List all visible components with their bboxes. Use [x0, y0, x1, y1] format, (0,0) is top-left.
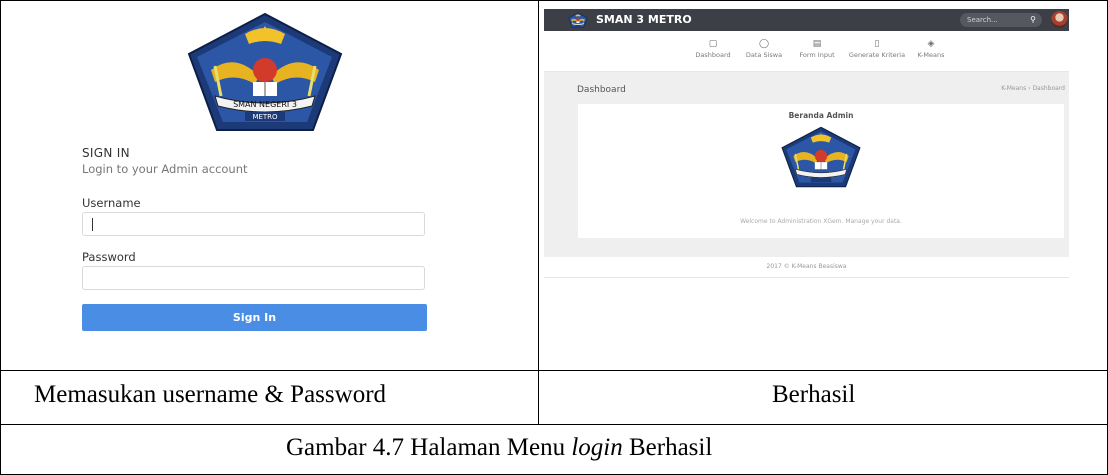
search-input[interactable]: Search... ⚲ — [960, 13, 1042, 27]
layers-icon: ◈ — [927, 39, 935, 49]
nav-label: Data Siswa — [745, 51, 783, 59]
search-icon[interactable]: ⚲ — [1030, 13, 1036, 27]
dashboard-screenshot: SMAN 3 METRO Search... ⚲ ▢ Dashboard ◯ D… — [544, 2, 1106, 368]
file-icon: ▯ — [874, 39, 880, 49]
password-label: Password — [82, 250, 136, 264]
text-caret — [92, 218, 93, 231]
nav-item-k-means[interactable]: ◈ K-Means — [901, 39, 961, 59]
nav-label: Dashboard — [695, 51, 731, 59]
welcome-card: Beranda Admin Welcome to Administration … — [578, 104, 1064, 238]
nav-label: Generate Kriteria — [848, 51, 906, 59]
document-icon: ▤ — [812, 39, 822, 49]
brand-logo — [568, 11, 588, 29]
logo-ribbon-text: SMAN NEGERI 3 — [233, 100, 297, 109]
signin-button[interactable]: Sign In — [82, 304, 427, 331]
nav-item-form-input[interactable]: ▤ Form Input — [787, 39, 847, 59]
table-divider-row2 — [0, 424, 1108, 425]
username-input[interactable] — [82, 212, 425, 236]
avatar[interactable] — [1051, 11, 1068, 28]
logo-motto-text: METRO — [252, 113, 278, 121]
footer: 2017 © K-Means Beasiswa — [544, 257, 1069, 278]
username-label: Username — [82, 196, 141, 210]
table-divider-vertical — [538, 0, 539, 424]
figure-table: SMAN NEGERI 3 METRO SIGN IN Login to you… — [0, 0, 1108, 475]
search-placeholder: Search... — [967, 16, 998, 24]
login-screenshot: SMAN NEGERI 3 METRO SIGN IN Login to you… — [2, 2, 536, 368]
menu-bar: ▢ Dashboard ◯ Data Siswa ▤ Form Input ▯ … — [544, 31, 1069, 72]
nav-item-data-siswa[interactable]: ◯ Data Siswa — [734, 39, 794, 59]
figure-caption: Gambar 4.7 Halaman Menu login Berhasil — [286, 434, 712, 462]
top-navbar: SMAN 3 METRO Search... ⚲ — [544, 9, 1069, 31]
password-input[interactable] — [82, 266, 425, 290]
app-name[interactable]: SMAN 3 METRO — [596, 13, 692, 26]
figure-caption-suffix: Berhasil — [622, 434, 713, 461]
user-icon: ◯ — [758, 39, 770, 49]
card-title: Beranda Admin — [788, 111, 854, 120]
school-logo — [780, 126, 862, 188]
table-border-left — [0, 0, 1, 475]
figure-caption-italic: login — [571, 434, 623, 461]
school-logo: SMAN NEGERI 3 METRO — [185, 12, 345, 132]
caption-left: Memasukan username & Password — [34, 381, 387, 408]
page-title: Dashboard — [577, 85, 626, 95]
caption-right: Berhasil — [772, 381, 856, 408]
nav-label: Form Input — [799, 51, 835, 59]
signin-subtitle: Login to your Admin account — [82, 162, 248, 176]
nav-item-generate-kriteria[interactable]: ▯ Generate Kriteria — [847, 39, 907, 59]
table-border-top — [0, 0, 1108, 1]
breadcrumb[interactable]: K-Means › Dashboard — [1001, 85, 1065, 92]
signin-title: SIGN IN — [82, 146, 130, 160]
welcome-text: Welcome to Administration XGem. Manage y… — [740, 218, 902, 225]
table-divider-row1 — [0, 370, 1108, 371]
dashboard-content: Dashboard K-Means › Dashboard Beranda Ad… — [544, 72, 1069, 257]
nav-label: K-Means — [917, 51, 945, 59]
figure-caption-prefix: Gambar 4.7 Halaman Menu — [286, 434, 572, 461]
